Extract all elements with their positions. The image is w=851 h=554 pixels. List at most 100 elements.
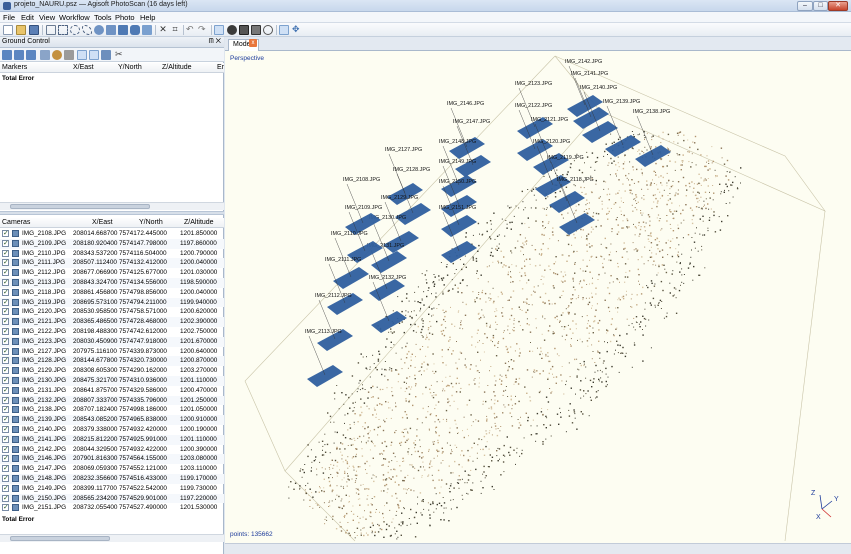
table-row[interactable]: IMG_2121.JPG 208365.4865007574728.468000 1… bbox=[0, 317, 224, 327]
import-icon[interactable] bbox=[2, 50, 12, 60]
col-y[interactable]: Y/North bbox=[118, 64, 142, 71]
show-cameras-icon[interactable] bbox=[279, 25, 289, 35]
textured-model-icon[interactable] bbox=[251, 25, 261, 35]
cameras-hscrollbar[interactable] bbox=[0, 534, 224, 542]
table-row[interactable]: IMG_2141.JPG 208215.8122007574925.991000 1… bbox=[0, 434, 224, 445]
table-row[interactable]: IMG_2128.JPG 208144.6778007574320.730000 1… bbox=[0, 356, 224, 367]
camera-enabled-checkbox[interactable] bbox=[2, 317, 9, 326]
table-row[interactable]: IMG_2113.JPG 208843.3247007574134.556000 1… bbox=[0, 278, 224, 288]
camera-enabled-checkbox[interactable] bbox=[2, 337, 9, 345]
export-icon[interactable] bbox=[14, 50, 24, 60]
camera-enabled-checkbox[interactable] bbox=[2, 474, 9, 482]
col-markers[interactable]: Markers bbox=[2, 64, 27, 71]
table-row[interactable]: IMG_2122.JPG 208198.4883007574742.612000 1… bbox=[0, 327, 224, 337]
camera-plane[interactable] bbox=[441, 215, 477, 237]
camera-enabled-checkbox[interactable] bbox=[2, 405, 9, 414]
camera-enabled-checkbox[interactable] bbox=[2, 445, 9, 453]
camera-enabled-checkbox[interactable] bbox=[2, 464, 9, 473]
col-cam-x[interactable]: X/East bbox=[92, 219, 113, 226]
camera-enabled-checkbox[interactable] bbox=[2, 239, 9, 247]
fullscreen-icon[interactable]: ✥ bbox=[292, 25, 302, 35]
table-row[interactable]: IMG_2120.JPG 208530.9585007574758.571000 1… bbox=[0, 307, 224, 317]
trackball-icon[interactable] bbox=[263, 25, 273, 35]
rect-select-icon[interactable] bbox=[58, 25, 68, 35]
camera-plane[interactable] bbox=[371, 251, 407, 273]
menu-view[interactable]: View bbox=[39, 13, 55, 22]
camera-enabled-checkbox[interactable] bbox=[2, 435, 9, 443]
table-row[interactable]: IMG_2123.JPG 208030.4509007574747.918000 1… bbox=[0, 336, 224, 347]
camera-enabled-checkbox[interactable] bbox=[2, 268, 9, 277]
optimize-icon[interactable] bbox=[52, 50, 62, 60]
table-row[interactable]: IMG_2119.JPG 208695.5731007574794.211000 1… bbox=[0, 297, 224, 308]
table-row[interactable]: IMG_2127.JPG 207975.1161007574339.873000 1… bbox=[0, 347, 224, 357]
point-cloud-icon[interactable] bbox=[214, 25, 224, 35]
rotate-region-icon[interactable] bbox=[142, 25, 152, 35]
table-row[interactable]: IMG_2110.JPG 208343.5372007574116.504000 1… bbox=[0, 249, 224, 259]
camera-enabled-checkbox[interactable] bbox=[2, 503, 9, 512]
table-row[interactable]: IMG_2111.JPG 208507.1124007574132.412000 1… bbox=[0, 258, 224, 269]
menu-edit[interactable]: Edit bbox=[21, 13, 34, 22]
open-icon[interactable] bbox=[16, 25, 26, 35]
camera-plane[interactable] bbox=[549, 191, 585, 213]
camera-plane[interactable] bbox=[383, 231, 419, 253]
table-row[interactable]: IMG_2151.JPG 208732.0554007574527.490000 1… bbox=[0, 503, 224, 513]
camera-enabled-checkbox[interactable] bbox=[2, 415, 9, 424]
camera-enabled-checkbox[interactable] bbox=[2, 278, 9, 286]
rotate-object-icon[interactable] bbox=[106, 25, 116, 35]
table-row[interactable]: IMG_2150.JPG 208565.2342007574529.901000 1… bbox=[0, 493, 224, 504]
camera-enabled-checkbox[interactable] bbox=[2, 366, 9, 375]
camera-plane[interactable] bbox=[441, 241, 477, 263]
camera-enabled-checkbox[interactable] bbox=[2, 425, 9, 433]
table-row[interactable]: IMG_2132.JPG 208807.3337007574335.796000 1… bbox=[0, 395, 224, 406]
table-row[interactable]: IMG_2139.JPG 208543.0852007574965.838000 1… bbox=[0, 415, 224, 425]
save-icon[interactable] bbox=[29, 25, 39, 35]
view-errors-icon[interactable] bbox=[101, 50, 111, 60]
menu-tools[interactable]: Tools bbox=[94, 13, 112, 22]
menu-help[interactable]: Help bbox=[140, 13, 155, 22]
camera-enabled-checkbox[interactable] bbox=[2, 484, 9, 492]
camera-enabled-checkbox[interactable] bbox=[2, 229, 9, 237]
undo-icon[interactable]: ↶ bbox=[186, 25, 196, 35]
col-cameras[interactable]: Cameras bbox=[2, 219, 30, 226]
move-object-icon[interactable] bbox=[94, 25, 104, 35]
panel-pin-close[interactable]: ᗰ ✕ bbox=[209, 38, 221, 46]
navigation-icon[interactable] bbox=[46, 25, 56, 35]
menu-workflow[interactable]: Workflow bbox=[59, 13, 90, 22]
col-cam-y[interactable]: Y/North bbox=[139, 219, 163, 226]
tab-close-icon[interactable]: x bbox=[249, 39, 257, 47]
table-row[interactable]: IMG_2149.JPG 208399.1177007574522.542000 1… bbox=[0, 484, 224, 494]
camera-plane[interactable] bbox=[559, 213, 595, 235]
new-icon[interactable] bbox=[3, 25, 13, 35]
table-row[interactable]: IMG_2108.JPG 208014.6687007574172.445000 1… bbox=[0, 229, 224, 239]
camera-plane[interactable] bbox=[395, 203, 431, 225]
table-row[interactable]: IMG_2146.JPG 207901.8163007574564.155000 1… bbox=[0, 454, 224, 465]
camera-enabled-checkbox[interactable] bbox=[2, 298, 9, 306]
model-viewport[interactable]: Perspective IMG_2142.JPG IMG_2141.JPG IMG_… bbox=[225, 51, 851, 543]
table-row[interactable]: IMG_2129.JPG 208308.6053007574290.162000 1… bbox=[0, 366, 224, 376]
view-estimated-icon[interactable] bbox=[89, 50, 99, 60]
camera-enabled-checkbox[interactable] bbox=[2, 288, 9, 296]
col-x[interactable]: X/East bbox=[73, 64, 94, 71]
col-err[interactable]: Er bbox=[217, 64, 224, 71]
camera-plane[interactable] bbox=[307, 365, 343, 387]
col-z[interactable]: Z/Altitude bbox=[162, 64, 192, 71]
table-row[interactable]: IMG_2131.JPG 208641.8757007574329.586000 1… bbox=[0, 386, 224, 396]
camera-enabled-checkbox[interactable] bbox=[2, 249, 9, 257]
camera-enabled-checkbox[interactable] bbox=[2, 454, 9, 463]
camera-plane[interactable] bbox=[635, 145, 671, 167]
camera-enabled-checkbox[interactable] bbox=[2, 376, 9, 384]
camera-enabled-checkbox[interactable] bbox=[2, 396, 9, 404]
delete-icon[interactable]: ✕ bbox=[158, 25, 168, 35]
table-row[interactable]: IMG_2138.JPG 208707.1824007574998.186000 1… bbox=[0, 405, 224, 415]
camera-enabled-checkbox[interactable] bbox=[2, 356, 9, 365]
close-window-button[interactable]: ✕ bbox=[828, 1, 848, 11]
maximize-button[interactable]: □ bbox=[813, 1, 828, 11]
table-row[interactable]: IMG_2140.JPG 208379.3380007574932.420000 1… bbox=[0, 425, 224, 435]
redo-icon[interactable]: ↷ bbox=[198, 25, 208, 35]
update-icon[interactable] bbox=[40, 50, 50, 60]
minimize-button[interactable]: – bbox=[797, 1, 813, 11]
camera-plane[interactable] bbox=[605, 135, 641, 157]
camera-plane[interactable] bbox=[369, 279, 405, 301]
move-region-icon[interactable] bbox=[118, 25, 128, 35]
splitter[interactable] bbox=[0, 211, 224, 215]
